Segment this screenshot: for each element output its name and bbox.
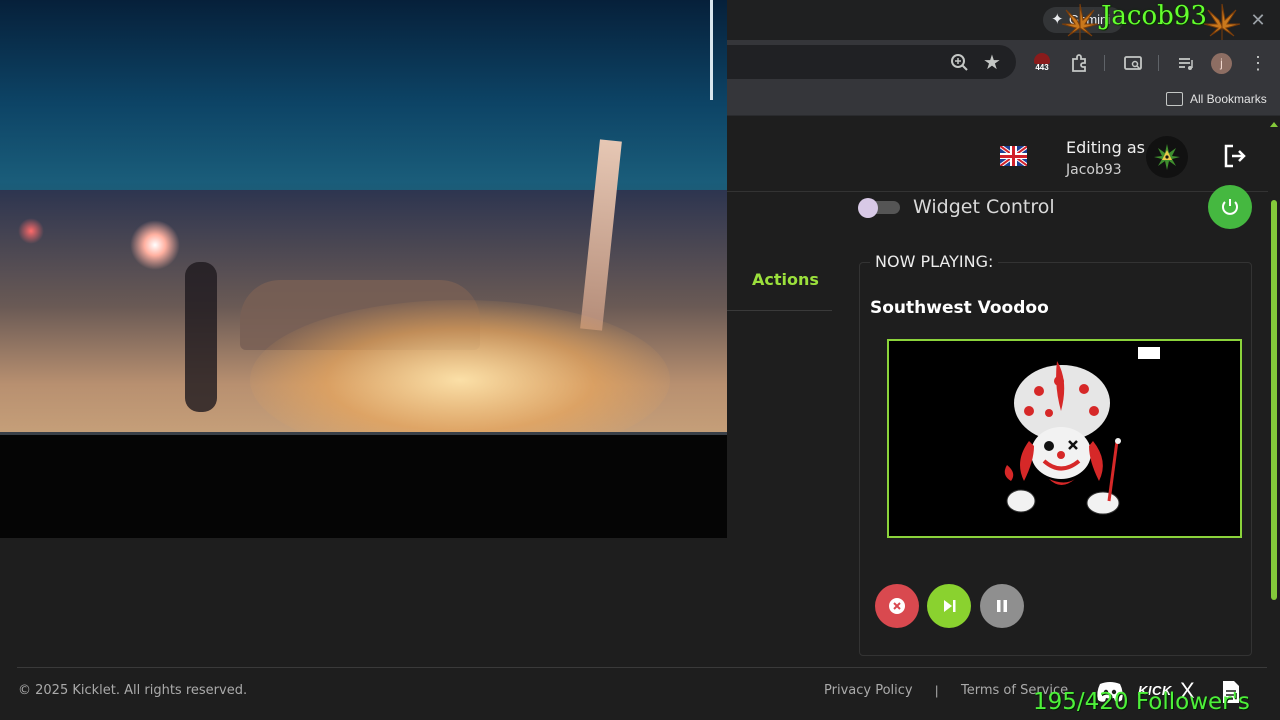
editing-as-label: Editing as bbox=[1066, 138, 1145, 157]
zoom-icon[interactable] bbox=[946, 49, 974, 77]
pause-button[interactable] bbox=[980, 584, 1024, 628]
tab-search-icon[interactable] bbox=[1119, 49, 1147, 77]
user-avatar[interactable] bbox=[1146, 136, 1188, 178]
logout-icon[interactable] bbox=[1222, 143, 1248, 169]
media-queue-icon[interactable] bbox=[1172, 49, 1200, 77]
song-title: Southwest Voodoo bbox=[870, 298, 1049, 318]
skip-next-icon bbox=[944, 600, 956, 612]
tab-actions[interactable]: Actions bbox=[752, 270, 819, 289]
album-art bbox=[887, 339, 1242, 538]
cancel-button[interactable] bbox=[875, 584, 919, 628]
all-bookmarks-link[interactable]: All Bookmarks bbox=[1190, 92, 1267, 106]
scrollbar-thumb[interactable] bbox=[1271, 200, 1277, 600]
extension-443-badge: 443 bbox=[1035, 63, 1049, 72]
scroll-up-arrow-icon[interactable] bbox=[1270, 122, 1278, 127]
extensions-puzzle-icon[interactable] bbox=[1065, 49, 1093, 77]
folder-icon[interactable] bbox=[1166, 92, 1183, 106]
cannabis-leaf-icon bbox=[1203, 3, 1241, 40]
close-circle-icon bbox=[889, 598, 905, 614]
uk-flag-icon[interactable] bbox=[1000, 146, 1027, 166]
privacy-policy-link[interactable]: Privacy Policy bbox=[824, 683, 913, 698]
now-playing-heading: NOW PLAYING: bbox=[870, 252, 999, 271]
parental-advisory-icon bbox=[1137, 346, 1161, 360]
editing-username: Jacob93 bbox=[1066, 162, 1122, 178]
overlay-username: Jacob93 bbox=[1101, 1, 1207, 31]
cannabis-leaf-icon bbox=[1061, 3, 1099, 40]
clown-artwork-icon bbox=[1004, 361, 1121, 515]
extension-443-icon[interactable]: 443 bbox=[1030, 53, 1054, 77]
toolbar-separator bbox=[1158, 55, 1159, 71]
follower-goal-counter: 195/420 Follower's bbox=[1033, 689, 1250, 715]
skip-button[interactable] bbox=[927, 584, 971, 628]
power-button[interactable] bbox=[1208, 185, 1252, 229]
profile-avatar[interactable]: j bbox=[1211, 53, 1232, 74]
window-close-icon[interactable]: ✕ bbox=[1248, 8, 1268, 32]
widget-control-label: Widget Control bbox=[913, 196, 1055, 218]
widget-control-toggle[interactable] bbox=[858, 198, 900, 218]
footer-divider bbox=[17, 667, 1267, 668]
pause-icon bbox=[997, 600, 1007, 612]
footer-separator: | bbox=[935, 683, 939, 698]
copyright-text: © 2025 Kicklet. All rights reserved. bbox=[18, 683, 248, 698]
toolbar-separator bbox=[1104, 55, 1105, 71]
tab-divider bbox=[727, 310, 832, 311]
bookmark-star-icon[interactable]: ★ bbox=[978, 49, 1006, 77]
video-overlay bbox=[0, 0, 727, 538]
power-icon bbox=[1222, 199, 1238, 215]
kebab-menu-icon[interactable]: ⋮ bbox=[1244, 49, 1272, 77]
